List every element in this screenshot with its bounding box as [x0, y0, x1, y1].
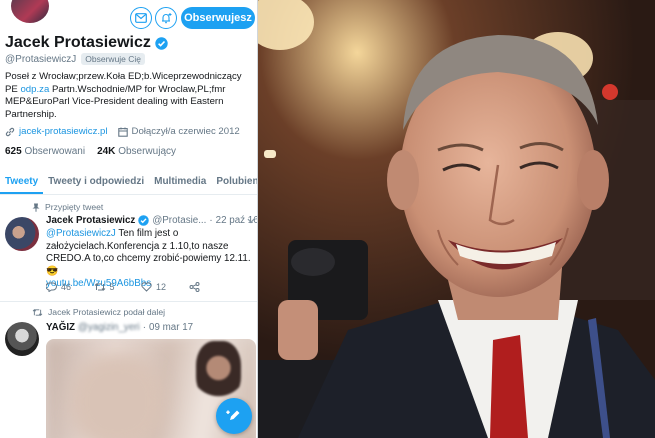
retweet-icon	[32, 308, 43, 316]
share-action[interactable]	[189, 282, 237, 292]
bio-link[interactable]: odp.za	[20, 84, 49, 95]
followers-label: Obserwujący	[118, 146, 177, 157]
retweet-header: YAĞIZ @yagizin_yeri · 09 mar 17	[46, 322, 193, 333]
pinned-tweet-avatar[interactable]	[5, 217, 39, 251]
share-icon	[189, 282, 199, 292]
twitter-profile-panel: Obserwujesz Jacek Protasiewicz @Protasie…	[0, 0, 258, 438]
retweet-date[interactable]: 09 mar 17	[149, 322, 193, 333]
compose-icon	[226, 410, 240, 420]
pin-icon	[32, 203, 40, 212]
tab-tweets[interactable]: Tweety	[0, 171, 44, 194]
mail-icon	[135, 13, 147, 23]
pinned-tweet-author[interactable]: Jacek Protasiewicz	[46, 215, 135, 226]
separator-dot: ·	[209, 215, 213, 226]
retweet-author-avatar[interactable]	[5, 322, 39, 356]
tweet-divider	[0, 301, 257, 302]
calendar-icon	[117, 127, 128, 137]
retweet-icon	[94, 283, 105, 291]
joined-date: Dołączył/a czerwiec 2012	[131, 126, 240, 137]
verified-badge-icon	[155, 36, 168, 50]
retweet-count: 5	[109, 282, 115, 292]
retweet-author[interactable]: YAĞIZ	[46, 322, 75, 333]
tab-likes[interactable]: Polubienia	[211, 171, 257, 194]
reply-count: 46	[61, 282, 72, 292]
reply-icon	[46, 282, 57, 292]
following-count: 625	[5, 146, 22, 157]
pinned-tweet-actions: 46 5 12	[46, 282, 236, 292]
like-count: 12	[156, 282, 167, 292]
bell-plus-icon	[162, 13, 172, 24]
link-icon	[5, 127, 15, 136]
following-label: Obserwowani	[24, 146, 86, 157]
verified-badge-icon	[138, 215, 150, 226]
message-button[interactable]	[130, 7, 152, 29]
notifications-button[interactable]	[155, 7, 177, 29]
like-icon	[141, 282, 152, 292]
separator-dot: ·	[142, 322, 146, 333]
tab-tweets-and-replies[interactable]: Tweety i odpowiedzi	[43, 171, 149, 194]
follows-you-badge: Obserwuje Cię	[81, 53, 146, 65]
profile-meta: jacek-protasiewicz.pl Dołączył/a czerwie…	[5, 126, 240, 137]
retweet-action[interactable]: 5	[94, 282, 142, 292]
profile-name-row: Jacek Protasiewicz	[5, 34, 168, 52]
pinned-context: Przypięty tweet	[32, 202, 103, 212]
tweet-mention[interactable]: @ProtasiewiczJ	[46, 228, 116, 239]
pinned-tweet-header: Jacek Protasiewicz @Protasie... · 22 paź…	[46, 215, 257, 226]
website-link[interactable]: jacek-protasiewicz.pl	[19, 126, 108, 137]
followers-count: 24K	[97, 146, 116, 157]
following-stat[interactable]: 625 Obserwowani	[5, 146, 85, 157]
retweet-context-label: Jacek Protasiewicz podał dalej	[48, 307, 166, 317]
chevron-down-icon[interactable]	[247, 218, 255, 224]
pinned-tweet-handle: @Protasie...	[152, 215, 207, 226]
profile-bio: Poseł z Wrocław;przew.Koła ED;b.Wiceprze…	[5, 71, 255, 121]
retweet-context: Jacek Protasiewicz podał dalej	[32, 307, 165, 317]
retweet-handle: @yagizin_yeri	[78, 322, 140, 333]
profile-tabs: Tweety Tweety i odpowiedzi Multimedia Po…	[0, 171, 257, 195]
profile-name: Jacek Protasiewicz	[5, 34, 151, 51]
reply-action[interactable]: 46	[46, 282, 94, 292]
profile-avatar[interactable]	[8, 0, 52, 26]
profile-handle-row: @ProtasiewiczJ Obserwuje Cię	[5, 53, 146, 65]
like-action[interactable]: 12	[141, 282, 189, 292]
profile-stats: 625 Obserwowani 24K Obserwujący	[5, 146, 176, 157]
following-button[interactable]: Obserwujesz	[181, 7, 255, 29]
tab-media[interactable]: Multimedia	[149, 171, 211, 194]
politician-photo	[258, 0, 655, 438]
profile-handle: @ProtasiewiczJ	[5, 53, 77, 65]
followers-stat[interactable]: 24K Obserwujący	[97, 146, 176, 157]
compose-tweet-button[interactable]	[216, 398, 252, 434]
profile-header-bar: Obserwujesz	[0, 0, 257, 34]
pinned-label: Przypięty tweet	[45, 202, 104, 212]
